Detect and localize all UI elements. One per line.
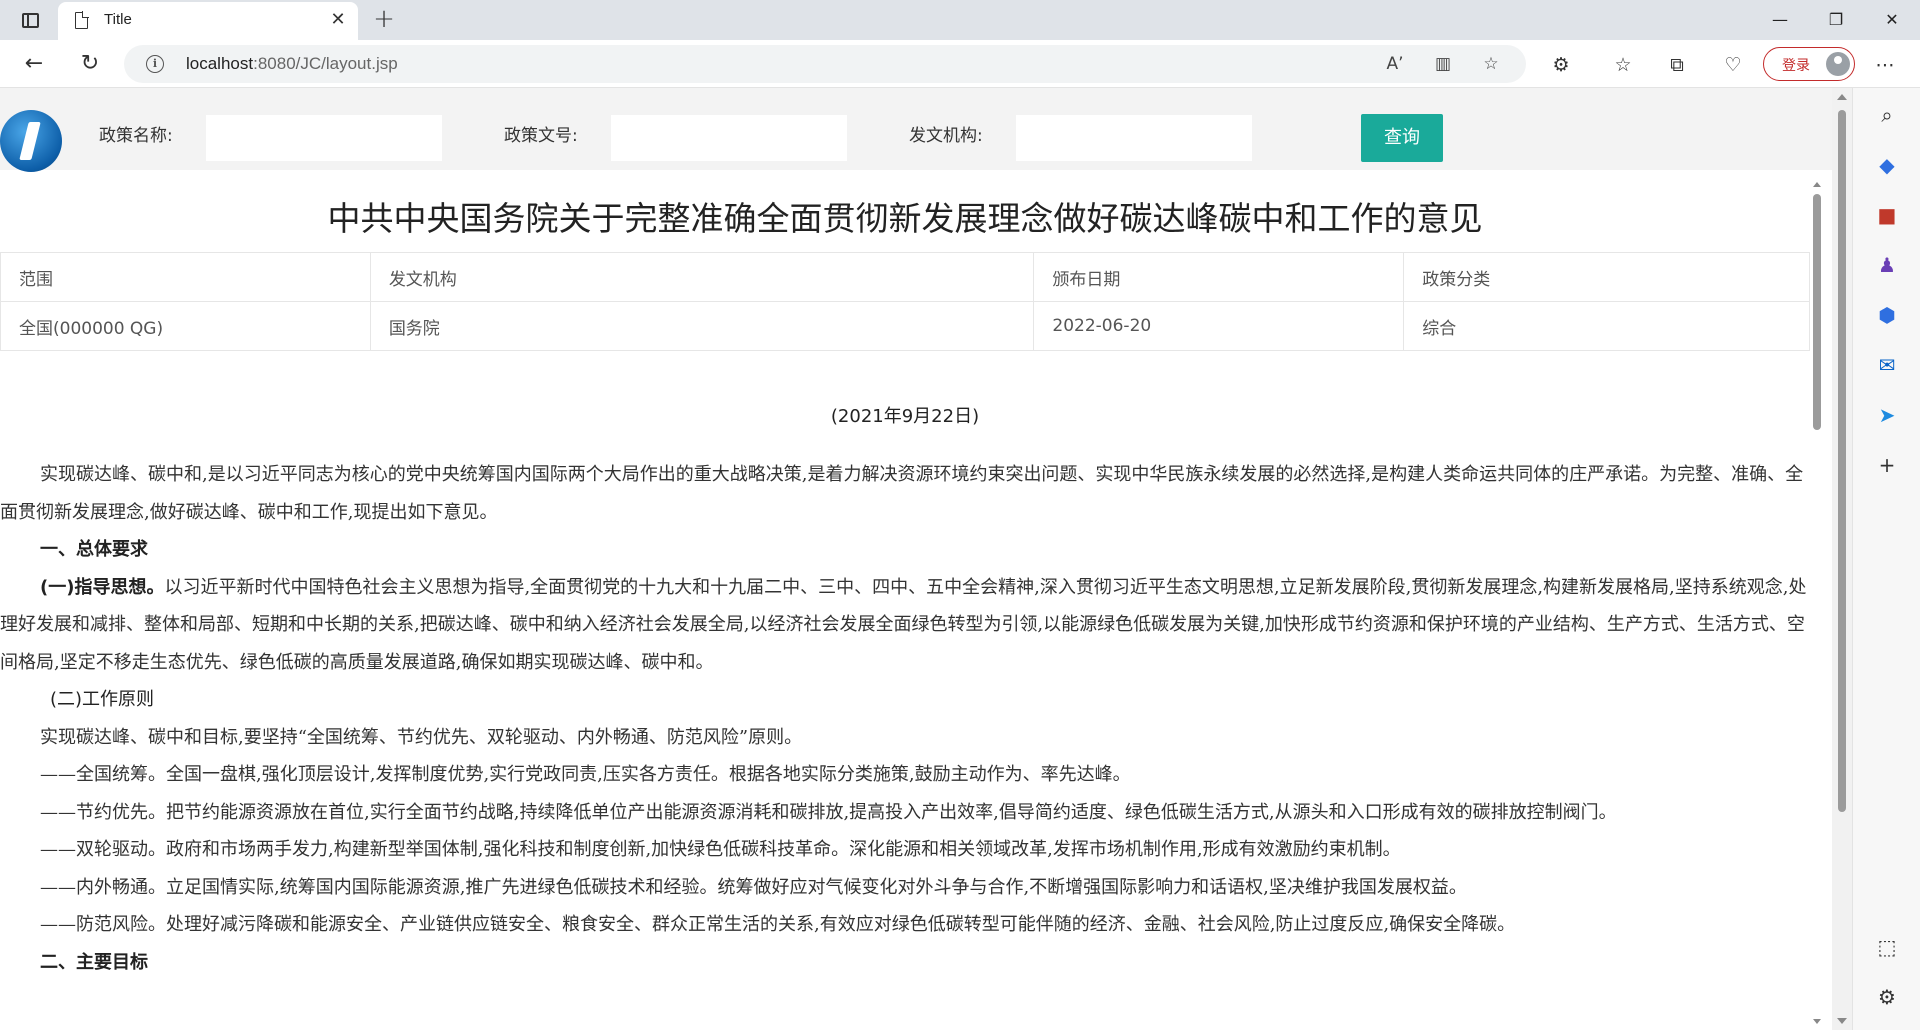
paragraph: ——节约优先。把节约能源资源放在首位,实行全面节约战略,持续降低单位产出能源资源… [40,801,1617,823]
favorites-icon[interactable]: ☆ [1610,52,1636,78]
login-button[interactable]: 登录 [1763,47,1855,81]
search-bar: 政策名称: 政策文号: 发文机构: 查询 [0,88,1832,172]
policy-number-input[interactable] [611,115,847,161]
meta-value-scope: 全国(000000 QG) [0,301,371,351]
tab-actions-icon[interactable] [16,8,44,32]
back-icon[interactable]: ← [18,48,50,80]
scroll-down-arrow-icon[interactable] [1813,1019,1821,1024]
read-aloud-icon[interactable]: A’ [1384,53,1406,75]
minimize-icon[interactable]: — [1752,0,1808,40]
browser-sidebar: ⌕ ◆ ■ ♟ ⬢ ✉ ➤ + ⬚ ⚙ [1852,88,1920,1030]
paragraph: 实现碳达峰、碳中和目标,要坚持“全国统筹、节约优先、双轮驱动、内外畅通、防范风险… [40,726,803,748]
paragraph: (一)指导思想。以习近平新时代中国特色社会主义思想为指导,全面贯彻党的十九大和十… [0,569,1810,682]
collections-icon[interactable]: ⧉ [1664,52,1690,78]
policy-name-label: 政策名称: [99,126,173,146]
shopping-tag-icon[interactable]: ◆ [1874,152,1900,178]
page-scroll-up-icon[interactable] [1837,94,1847,100]
reader-view-icon[interactable]: ▥ [1432,53,1454,75]
site-logo [0,110,62,172]
meta-value-category: 综合 [1403,301,1810,351]
page-scroll-down-icon[interactable] [1837,1018,1847,1024]
issuing-org-label: 发文机构: [909,126,983,146]
paragraph: ——防范风险。处理好减污降碳和能源安全、产业链供应链安全、粮食安全、群众正常生活… [40,914,1516,935]
policy-meta-table: 范围 发文机构 颁布日期 政策分类 全国(000000 QG) 国务院 2022… [0,252,1810,351]
subsection-lead: (一)指导思想。 [40,576,165,598]
favorite-star-icon[interactable]: ☆ [1480,53,1502,75]
paragraph: ——内外畅通。立足国情实际,统筹国内国际能源资源,推广先进绿色低碳技术和经验。统… [40,876,1467,898]
more-options-icon[interactable]: ⋯ [1872,52,1898,78]
browser-toolbar: ← ↻ i localhost:8080/JC/layout.jsp A’ ▥ … [0,40,1920,88]
sidebar-settings-icon[interactable]: ⚙ [1874,984,1900,1010]
policy-name-input[interactable] [206,115,442,161]
browser-tab[interactable]: Title ✕ [58,2,358,40]
send-icon[interactable]: ➤ [1874,402,1900,428]
extensions-icon[interactable]: ⚙ [1548,52,1574,78]
tools-briefcase-icon[interactable]: ■ [1874,202,1900,228]
outlook-icon[interactable]: ✉ [1874,352,1900,378]
site-info-icon[interactable]: i [146,55,164,73]
document-date: (2021年9月22日) [830,406,980,427]
document-scrollbar[interactable] [1810,170,1824,1030]
meta-header-date: 颁布日期 [1033,252,1405,302]
issuing-org-input[interactable] [1016,115,1252,161]
screenshot-icon[interactable]: ⬚ [1874,934,1900,960]
scroll-up-arrow-icon[interactable] [1813,182,1821,187]
document-title: 中共中央国务院关于完整准确全面贯彻新发展理念做好碳达峰碳中和工作的意见 [327,199,1483,238]
meta-header-scope: 范围 [0,252,371,302]
window-close-icon[interactable]: ✕ [1864,0,1920,40]
paragraph: ——全国统筹。全国一盘棋,强化顶层设计,发挥制度优势,实行党政同责,压实各方责任… [40,764,1131,785]
section-heading: 二、主要目标 [40,951,148,973]
subsection-body: 以习近平新时代中国特色社会主义思想为指导,全面贯彻党的十九大和十九届二中、三中、… [0,576,1807,673]
meta-header-category: 政策分类 [1403,252,1810,302]
document-frame: 中共中央国务院关于完整准确全面贯彻新发展理念做好碳达峰碳中和工作的意见 范围 发… [0,170,1832,1030]
games-icon[interactable]: ♟ [1874,252,1900,278]
query-button[interactable]: 查询 [1361,114,1443,162]
page-scroll-thumb[interactable] [1838,110,1846,812]
add-sidebar-app-icon[interactable]: + [1874,452,1900,478]
paragraph: 实现碳达峰、碳中和,是以习近平同志为核心的党中央统筹国内国际两个大局作出的重大战… [0,464,1804,523]
avatar-icon [1826,52,1850,76]
subsection-heading: (二)工作原则 [50,689,155,710]
address-bar[interactable]: i localhost:8080/JC/layout.jsp A’ ▥ ☆ [124,45,1526,83]
policy-number-label: 政策文号: [504,126,578,146]
scroll-thumb[interactable] [1813,194,1821,430]
login-label: 登录 [1782,58,1810,74]
close-tab-icon[interactable]: ✕ [326,8,350,32]
refresh-icon[interactable]: ↻ [74,48,106,80]
document-body: 实现碳达峰、碳中和,是以习近平同志为核心的党中央统筹国内国际两个大局作出的重大战… [0,456,1810,981]
tab-title: Title [104,11,132,28]
meta-value-row: 全国(000000 QG) 国务院 2022-06-20 综合 [0,301,1810,351]
search-icon[interactable]: ⌕ [1874,102,1900,128]
meta-header-row: 范围 发文机构 颁布日期 政策分类 [0,252,1810,302]
tab-bar: Title ✕ + — ❐ ✕ [0,0,1920,40]
meta-header-issuer: 发文机构 [369,252,1035,302]
url-text[interactable]: localhost:8080/JC/layout.jsp [186,54,398,74]
paragraph: ——双轮驱动。政府和市场两手发力,构建新型举国体制,强化科技和制度创新,加快绿色… [40,839,1401,860]
office-icon[interactable]: ⬢ [1874,302,1900,328]
page-icon [75,11,89,29]
browser-essentials-icon[interactable]: ♡ [1720,52,1746,78]
meta-value-date: 2022-06-20 [1033,301,1405,351]
web-page: 政策名称: 政策文号: 发文机构: 查询 中共中央国务院关于完整准确全面贯彻新发… [0,88,1852,1030]
meta-value-issuer: 国务院 [369,301,1035,351]
page-scrollbar[interactable] [1832,88,1852,1030]
section-heading: 一、总体要求 [40,539,148,560]
maximize-icon[interactable]: ❐ [1808,0,1864,40]
new-tab-button[interactable]: + [370,6,398,34]
